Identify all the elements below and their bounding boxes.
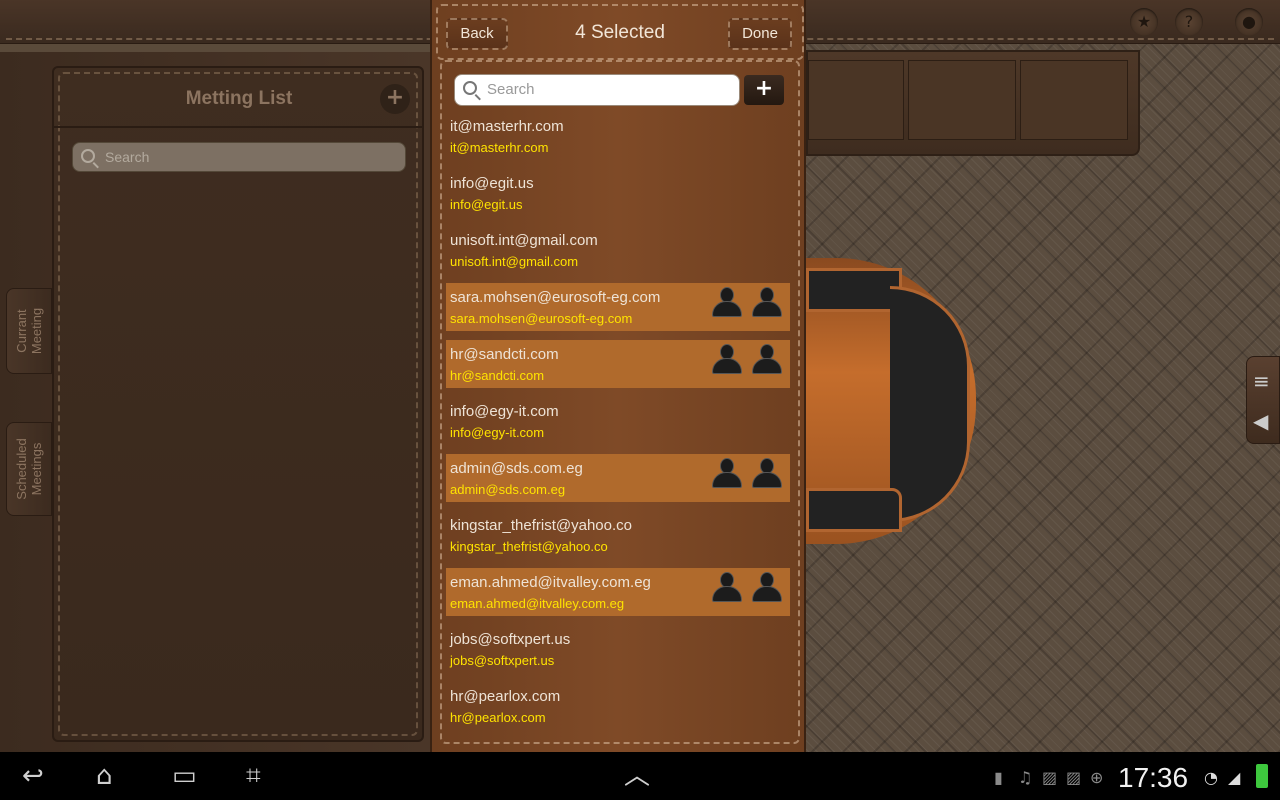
tab-scheduled-meetings-label: Scheduled Meetings — [14, 438, 44, 500]
contact-name: admin@sds.com.eg — [450, 460, 583, 477]
wifi-icon: ◔ — [1204, 768, 1218, 787]
add-contact-button[interactable]: + — [744, 75, 784, 105]
contact-row[interactable]: kingstar_thefrist@yahoo.co kingstar_thefr… — [446, 511, 790, 559]
contact-email: sara.mohsen@eurosoft-eg.com — [450, 311, 633, 326]
contact-name: it@masterhr.com — [450, 118, 564, 135]
done-button[interactable]: Done — [728, 18, 792, 50]
search-icon — [463, 81, 477, 95]
right-side-tab[interactable]: ≡ ◀ — [1246, 356, 1280, 444]
grid-cell — [908, 60, 1016, 140]
contact-email: info@egit.us — [450, 197, 523, 212]
contact-name: eman.ahmed@itvalley.com.eg — [450, 574, 651, 591]
help-icon[interactable]: ? — [1175, 8, 1203, 36]
attendee-icon[interactable] — [710, 570, 744, 604]
contact-row[interactable]: sara.mohsen@eurosoft-eg.com sara.mohsen@e… — [446, 283, 790, 331]
meeting-list-header: Metting List + — [54, 68, 422, 128]
image-icon: ▨ — [1066, 768, 1082, 787]
contact-email: info@egy-it.com — [450, 425, 545, 440]
contact-email: hr@sandcti.com — [450, 368, 545, 383]
selected-count-title: 4 Selected — [575, 22, 665, 43]
contact-email: admin@sds.com.eg — [450, 482, 566, 497]
attendee-icon[interactable] — [750, 342, 784, 376]
contact-row[interactable]: unisoft.int@gmail.com unisoft.int@gmail.c… — [446, 226, 790, 274]
contact-email: jobs@softxpert.us — [450, 653, 555, 668]
contact-search-input[interactable]: Search — [454, 74, 740, 106]
contact-email: hr@pearlox.com — [450, 710, 546, 725]
attendee-icon[interactable] — [710, 285, 744, 319]
contact-row[interactable]: eman.ahmed@itvalley.com.eg eman.ahmed@itv… — [446, 568, 790, 616]
screenshot-icon[interactable]: ⌗ — [246, 760, 261, 792]
attendee-icon[interactable] — [710, 342, 744, 376]
image-icon: ▨ — [1042, 768, 1058, 787]
contact-name: info@egy-it.com — [450, 403, 559, 420]
seat — [806, 268, 902, 312]
contact-name: hr@pearlox.com — [450, 688, 561, 705]
meeting-list-title: Metting List — [185, 88, 293, 109]
back-nav-icon[interactable]: ↩ — [22, 760, 44, 792]
signal-icon: ◢ — [1228, 768, 1241, 787]
search-placeholder: Search — [487, 81, 535, 98]
sd-card-icon: ▮ — [994, 768, 1003, 787]
contact-email: it@masterhr.com — [450, 140, 549, 155]
music-icon: ♫ — [1018, 768, 1033, 787]
tab-scheduled-meetings[interactable]: Scheduled Meetings — [6, 422, 52, 516]
tab-current-meeting[interactable]: Currant Meeting — [6, 288, 52, 374]
contact-row[interactable]: admin@sds.com.eg admin@sds.com.eg — [446, 454, 790, 502]
grid-cell — [1020, 60, 1128, 140]
meeting-grid-panel — [806, 50, 1140, 156]
search-placeholder: Search — [105, 149, 150, 165]
contact-row[interactable]: info@egit.us info@egit.us — [446, 169, 790, 217]
contact-row[interactable]: hr@sandcti.com hr@sandcti.com — [446, 340, 790, 388]
contact-email: kingstar_thefrist@yahoo.co — [450, 539, 608, 554]
contact-row[interactable]: it@masterhr.com it@masterhr.com — [446, 112, 790, 160]
grid-cell — [808, 60, 904, 140]
star-icon[interactable]: ★ — [1130, 8, 1158, 36]
contact-email: unisoft.int@gmail.com — [450, 254, 579, 269]
meeting-list-panel: Metting List + Search — [52, 66, 424, 742]
attendee-icon[interactable] — [710, 456, 744, 490]
chevron-up-icon[interactable]: ︿ — [624, 760, 650, 792]
add-circle-icon: ⊕ — [1090, 768, 1104, 787]
back-button[interactable]: Back — [446, 18, 508, 50]
contact-name: sara.mohsen@eurosoft-eg.com — [450, 289, 661, 306]
select-contacts-popup: Back 4 Selected Done Search + it@masterh… — [430, 0, 806, 752]
contact-row[interactable]: info@egy-it.com info@egy-it.com — [446, 397, 790, 445]
contact-email: eman.ahmed@itvalley.com.eg — [450, 596, 625, 611]
recent-apps-icon[interactable]: ▭ — [172, 760, 197, 792]
clock: 17:36 — [1118, 762, 1189, 793]
contact-name: info@egit.us — [450, 175, 534, 192]
contact-name: hr@sandcti.com — [450, 346, 559, 363]
menu-icon[interactable]: ≡ — [1253, 369, 1270, 393]
contact-name: jobs@softxpert.us — [450, 631, 571, 648]
meeting-search-input[interactable]: Search — [72, 142, 406, 172]
contact-name: kingstar_thefrist@yahoo.co — [450, 517, 632, 534]
attendee-icon[interactable] — [750, 456, 784, 490]
system-nav-bar: ↩ ⌂ ▭ ⌗ ︿ ▮ ♫ ▨ ▨ ⊕ 17:36 ◔ ◢ — [0, 752, 1280, 800]
attendee-icon[interactable] — [750, 570, 784, 604]
tab-current-meeting-label: Currant Meeting — [14, 307, 44, 355]
contact-name: unisoft.int@gmail.com — [450, 232, 598, 249]
seat — [806, 488, 902, 532]
back-arrow-icon[interactable]: ◀ — [1253, 409, 1268, 433]
attendee-icon[interactable] — [750, 285, 784, 319]
user-icon[interactable]: ● — [1235, 8, 1263, 36]
contact-row[interactable]: jobs@softxpert.us jobs@softxpert.us — [446, 625, 790, 673]
battery-icon — [1256, 764, 1268, 788]
contact-row[interactable]: hr@pearlox.com hr@pearlox.com — [446, 682, 790, 730]
search-icon — [81, 149, 95, 163]
home-icon[interactable]: ⌂ — [96, 760, 113, 792]
add-meeting-button[interactable]: + — [380, 84, 410, 114]
